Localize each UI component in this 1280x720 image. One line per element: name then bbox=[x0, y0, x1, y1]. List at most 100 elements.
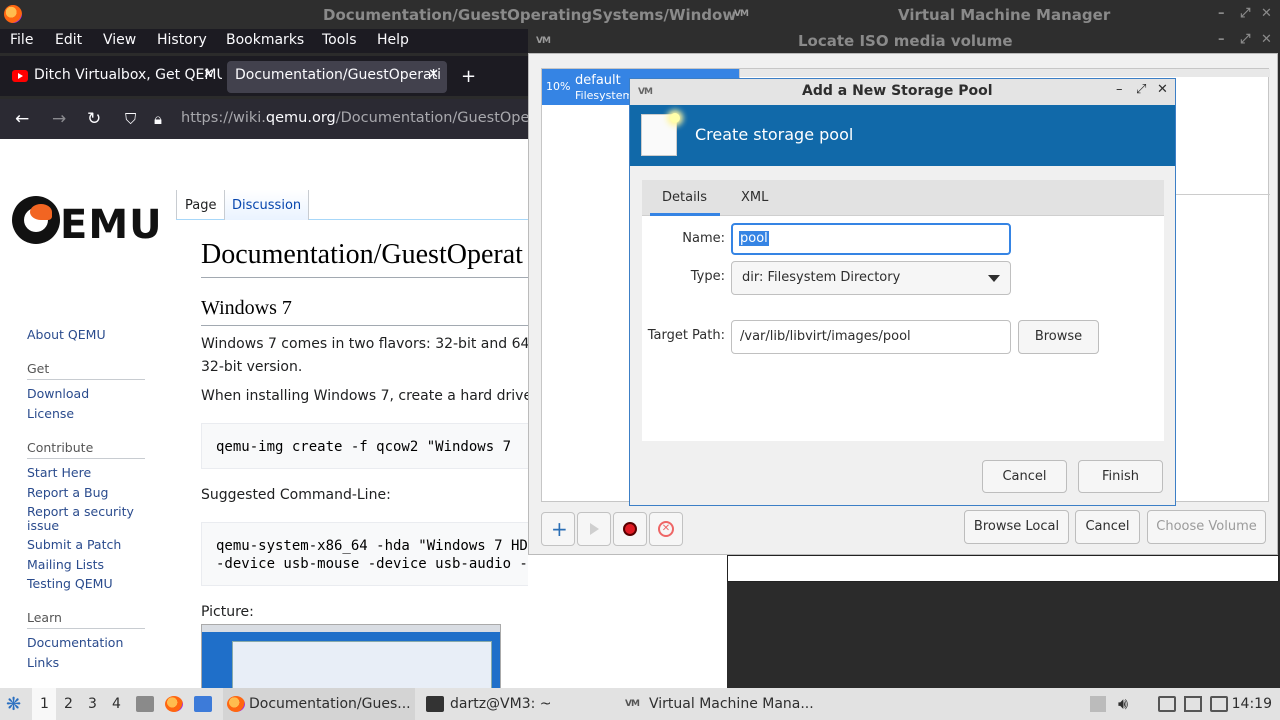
window-edge bbox=[727, 555, 1279, 582]
taskbar-item-vmm[interactable]: VM Virtual Machine Mana... bbox=[621, 688, 821, 720]
tab-ditch-virtualbox[interactable]: Ditch Virtualbox, Get QEMU ✕ bbox=[2, 61, 222, 93]
vmm-icon: VM bbox=[625, 699, 640, 709]
browse-button[interactable]: Browse bbox=[1018, 320, 1099, 354]
page-title: Documentation/GuestOperat bbox=[201, 239, 523, 270]
terminal-icon bbox=[426, 696, 444, 712]
firefox-tabbar: Ditch Virtualbox, Get QEMU ✕ Documentati… bbox=[0, 56, 528, 96]
tab-xml[interactable]: XML bbox=[741, 190, 768, 205]
menu-help[interactable]: Help bbox=[377, 32, 409, 48]
start-pool-button[interactable] bbox=[577, 512, 611, 546]
sidebar-head-learn: Learn bbox=[27, 610, 62, 625]
sidebar-report-bug[interactable]: Report a Bug bbox=[27, 485, 108, 500]
sidebar-about[interactable]: About QEMU bbox=[27, 327, 106, 342]
vmm-window-title: Virtual Machine Manager bbox=[898, 6, 1111, 24]
vmm-window-icon: VM bbox=[638, 87, 653, 97]
tab-documentation[interactable]: Documentation/GuestOperati ✕ bbox=[227, 61, 447, 93]
workspace-3[interactable]: 3 bbox=[88, 696, 97, 712]
volume-icon[interactable]: 🔊︎ bbox=[1118, 694, 1128, 714]
minimize-icon[interactable]: – bbox=[1218, 6, 1225, 21]
sidebar-links[interactable]: Links bbox=[27, 655, 59, 670]
stop-pool-button[interactable] bbox=[613, 512, 647, 546]
delete-pool-button[interactable]: ✕ bbox=[649, 512, 683, 546]
code-block: qemu-img create -f qcow2 "Windows 7 bbox=[201, 423, 528, 469]
locate-title: Locate ISO media volume bbox=[798, 32, 1013, 50]
taskbar-item-firefox[interactable]: Documentation/Gues... bbox=[223, 688, 415, 720]
maximize-icon[interactable]: ⤢ bbox=[1240, 32, 1250, 47]
locate-titlebar: VM Locate ISO media volume – ⤢ ✕ bbox=[528, 29, 1280, 53]
close-icon[interactable]: ✕ bbox=[1157, 82, 1168, 97]
workspace-1[interactable]: 1 bbox=[40, 696, 49, 712]
type-select[interactable]: dir: Filesystem Directory bbox=[731, 261, 1011, 295]
sidebar-report-security-2[interactable]: issue bbox=[27, 518, 59, 533]
notes-icon[interactable] bbox=[1210, 696, 1228, 712]
code-block: qemu-system-x86_64 -hda "Windows 7 HD -d… bbox=[201, 522, 528, 586]
screenshot-image bbox=[201, 624, 501, 688]
firefox-launcher-icon[interactable] bbox=[165, 696, 183, 712]
tab-label: Documentation/GuestOperati bbox=[235, 67, 441, 83]
target-path-label: Target Path: bbox=[647, 328, 725, 343]
sidebar-submit-patch[interactable]: Submit a Patch bbox=[27, 537, 121, 552]
vmm-window-icon: VM bbox=[734, 9, 749, 19]
clock: 14:19 bbox=[1231, 696, 1272, 712]
maximize-icon[interactable]: ⤢ bbox=[1136, 82, 1146, 97]
sidebar-documentation[interactable]: Documentation bbox=[27, 635, 123, 650]
close-icon[interactable]: ✕ bbox=[1261, 6, 1272, 21]
minimize-icon[interactable]: – bbox=[1116, 82, 1123, 97]
menu-file[interactable]: File bbox=[10, 32, 33, 48]
tab-close-icon[interactable]: ✕ bbox=[428, 67, 439, 82]
sidebar-mailing-lists[interactable]: Mailing Lists bbox=[27, 557, 104, 572]
target-path-input[interactable]: /var/lib/libvirt/images/pool bbox=[731, 320, 1011, 354]
qemu-logo: EMU bbox=[12, 196, 172, 252]
paragraph-line: 32-bit version. bbox=[201, 359, 303, 375]
wiki-tab-discussion[interactable]: Discussion bbox=[232, 198, 301, 213]
menu-history[interactable]: History bbox=[157, 32, 207, 48]
tray-up-icon[interactable] bbox=[1090, 696, 1106, 712]
sidebar-download[interactable]: Download bbox=[27, 386, 89, 401]
taskbar-item-terminal[interactable]: dartz@VM3: ~ bbox=[422, 688, 612, 720]
close-icon[interactable]: ✕ bbox=[1261, 32, 1272, 47]
network-icon[interactable] bbox=[1184, 696, 1202, 712]
sidebar-testing[interactable]: Testing QEMU bbox=[27, 576, 113, 591]
back-icon[interactable]: ← bbox=[15, 109, 29, 129]
reload-icon[interactable]: ↻ bbox=[87, 109, 101, 129]
clipboard-icon[interactable] bbox=[1158, 696, 1176, 712]
cancel-button[interactable]: Cancel bbox=[1075, 510, 1140, 544]
vmm-window-icon: VM bbox=[536, 36, 551, 46]
maximize-icon[interactable]: ⤢ bbox=[1240, 6, 1250, 21]
sidebar-start-here[interactable]: Start Here bbox=[27, 465, 91, 480]
tab-close-icon[interactable]: ✕ bbox=[203, 67, 214, 82]
type-label: Type: bbox=[690, 269, 725, 284]
wiki-page: EMU About QEMU Get Download License Cont… bbox=[0, 139, 528, 688]
cancel-button[interactable]: Cancel bbox=[982, 460, 1067, 493]
url-bar[interactable]: https://wiki.qemu.org/Documentation/Gues… bbox=[181, 110, 544, 126]
menu-edit[interactable]: Edit bbox=[55, 32, 82, 48]
name-input[interactable]: pool bbox=[731, 223, 1011, 255]
pool-banner: Create storage pool bbox=[630, 105, 1175, 166]
file-manager-icon[interactable] bbox=[136, 696, 154, 712]
wiki-tab-page[interactable]: Page bbox=[185, 198, 216, 213]
name-label: Name: bbox=[682, 231, 725, 246]
menu-tools[interactable]: Tools bbox=[322, 32, 357, 48]
sidebar-license[interactable]: License bbox=[27, 406, 74, 421]
firefox-titlebar: Documentation/GuestOperatingSystems/Wind… bbox=[0, 0, 1280, 29]
stop-icon bbox=[623, 522, 637, 536]
play-icon bbox=[590, 523, 599, 535]
start-menu-icon[interactable]: ❋ bbox=[6, 694, 21, 715]
shield-icon[interactable]: ⛉ bbox=[125, 110, 136, 128]
sidebar-report-security[interactable]: Report a security bbox=[27, 504, 134, 519]
desktop-icon[interactable] bbox=[194, 696, 212, 712]
finish-button[interactable]: Finish bbox=[1078, 460, 1163, 493]
menu-bookmarks[interactable]: Bookmarks bbox=[226, 32, 304, 48]
banner-heading: Create storage pool bbox=[695, 125, 854, 144]
workspace-2[interactable]: 2 bbox=[64, 696, 73, 712]
choose-volume-button[interactable]: Choose Volume bbox=[1147, 510, 1266, 544]
lock-icon[interactable]: 🔒︎ bbox=[154, 110, 162, 128]
browse-local-button[interactable]: Browse Local bbox=[964, 510, 1069, 544]
forward-icon[interactable]: → bbox=[52, 109, 66, 129]
minimize-icon[interactable]: – bbox=[1218, 32, 1225, 47]
workspace-4[interactable]: 4 bbox=[112, 696, 121, 712]
add-pool-button[interactable]: + bbox=[541, 512, 575, 546]
new-tab-button[interactable]: + bbox=[461, 66, 476, 87]
menu-view[interactable]: View bbox=[103, 32, 136, 48]
tab-details[interactable]: Details bbox=[662, 190, 707, 205]
